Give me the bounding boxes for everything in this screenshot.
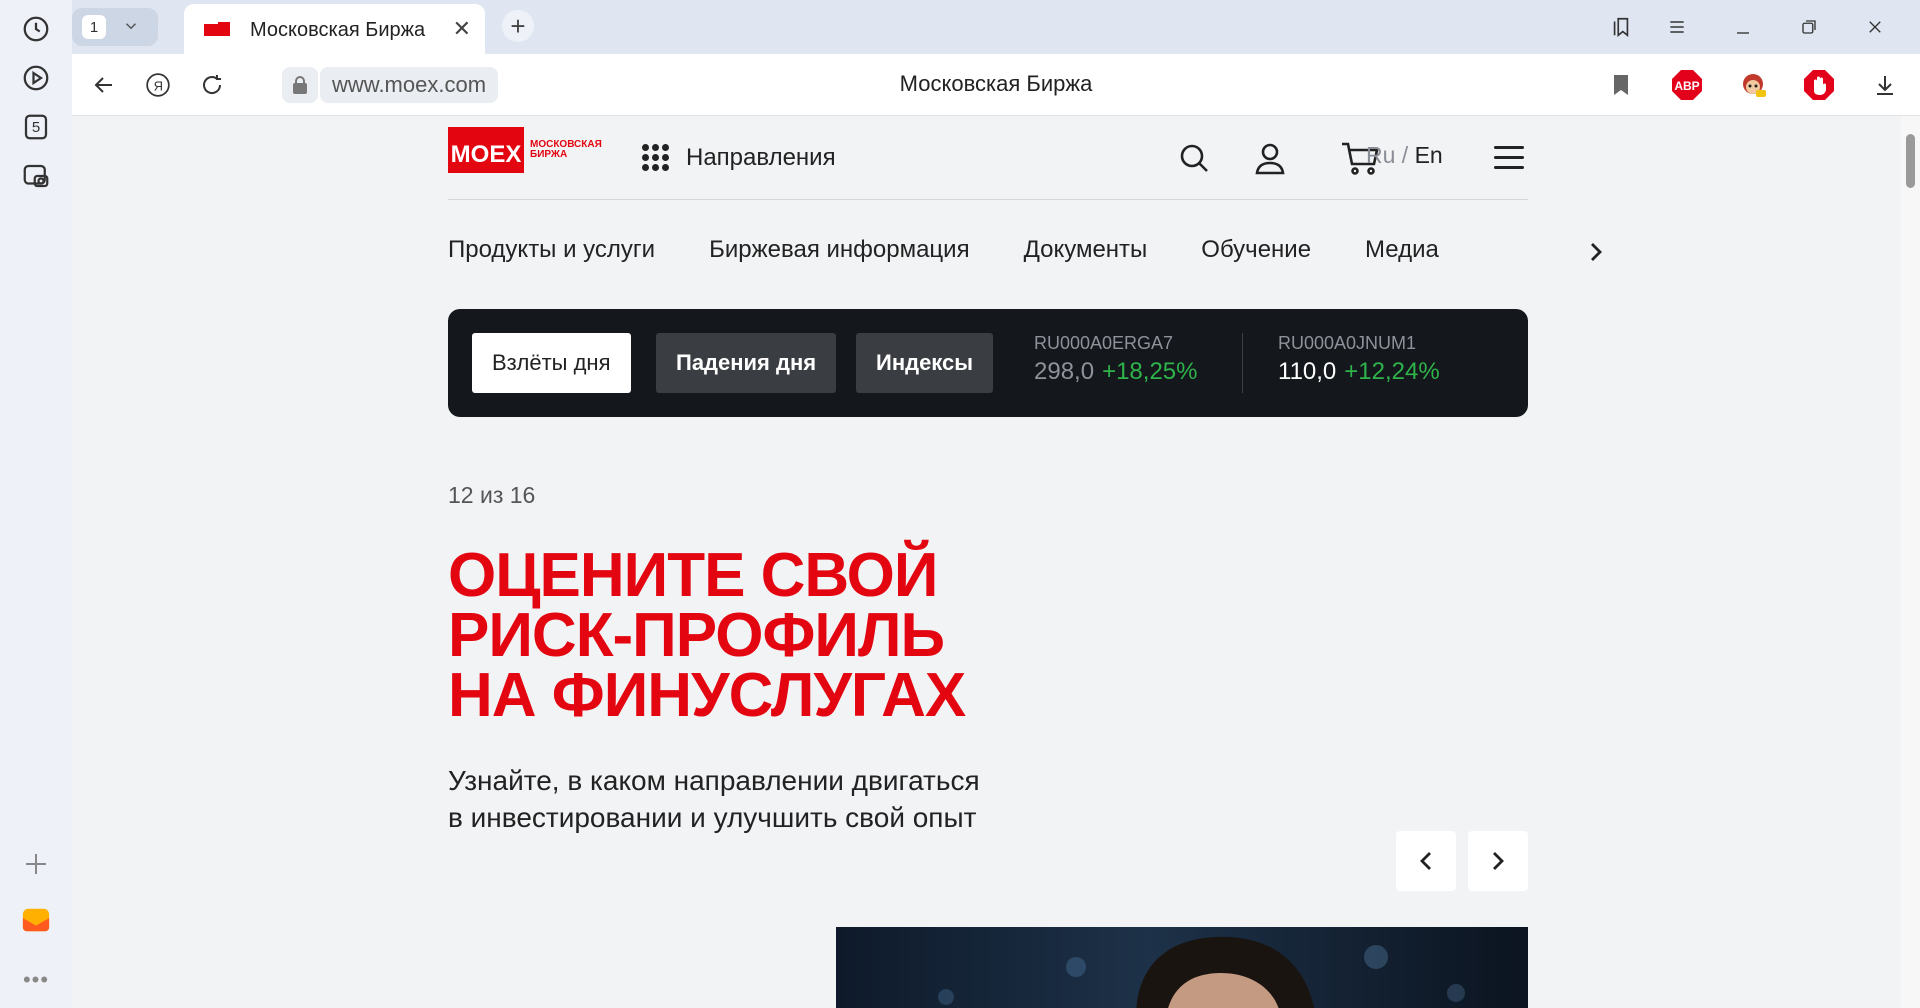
site-header: MOEX МОСКОВСКАЯ БИРЖА Направления Ru / E…: [448, 116, 1528, 200]
language-switch[interactable]: Ru / En: [1366, 142, 1443, 169]
chevron-right-icon[interactable]: [1586, 240, 1606, 264]
more-icon[interactable]: •••: [18, 962, 54, 998]
nav-education[interactable]: Обучение: [1201, 236, 1311, 276]
slide-counter: 12 из 16: [448, 482, 536, 508]
headline-line-1: Оцените свой: [448, 541, 938, 610]
browser-menu-icon[interactable]: [1662, 12, 1692, 42]
tab-count: 1: [82, 15, 106, 39]
back-icon[interactable]: [86, 67, 122, 103]
ticker-change: +18,25%: [1102, 358, 1198, 385]
reload-icon[interactable]: [194, 67, 230, 103]
lang-ru[interactable]: Ru: [1366, 142, 1395, 168]
grid-dots-icon: [642, 144, 670, 172]
lock-icon[interactable]: [282, 67, 318, 103]
download-icon[interactable]: [1868, 68, 1902, 102]
chevron-right-icon: [1493, 852, 1504, 870]
user-icon[interactable]: [1252, 140, 1288, 176]
hero-image: [836, 927, 1528, 1008]
ublock-stop-icon[interactable]: [1802, 68, 1836, 102]
tab-gainers[interactable]: Взлёты дня: [472, 333, 631, 393]
nav-exchange-info[interactable]: Биржевая информация: [709, 236, 970, 276]
ticker-price: 110,0: [1278, 358, 1337, 385]
headline-line-2: риск-профиль: [448, 601, 945, 670]
logo-box: MOEX: [448, 127, 524, 173]
logo-subtitle: МОСКОВСКАЯ БИРЖА: [530, 140, 610, 160]
ticker-code: RU000A0JNUM1: [1278, 333, 1417, 353]
tab-losers[interactable]: Падения дня: [656, 333, 837, 393]
subtext-line-1: Узнайте, в каком направлении двигаться: [448, 765, 980, 796]
tab-bar: 1 Московская Биржа ✕ +: [72, 0, 1920, 54]
headline-line-3: на финуслугах: [448, 661, 966, 730]
chevron-left-icon: [1420, 852, 1431, 870]
main-navigation: Продукты и услуги Биржевая информация До…: [448, 236, 1602, 276]
hamburger-menu-icon[interactable]: [1494, 146, 1524, 170]
close-icon[interactable]: ✕: [453, 16, 471, 42]
browser-sidebar: 5 •••: [0, 0, 72, 1008]
nav-media[interactable]: Медиа: [1365, 236, 1439, 276]
ticker-item[interactable]: RU000A0ERGA7 298,0 +18,25%: [1034, 333, 1197, 386]
svg-text:Я: Я: [154, 78, 163, 93]
nav-products[interactable]: Продукты и услуги: [448, 236, 655, 276]
moex-favicon-icon: [204, 22, 230, 36]
lang-separator: /: [1395, 142, 1415, 168]
ticker-value: 110,0 +12,24%: [1278, 358, 1440, 386]
adblock-icon[interactable]: ABP: [1670, 68, 1704, 102]
tab-indices[interactable]: Индексы: [856, 333, 994, 393]
tab-active[interactable]: Московская Биржа ✕: [184, 4, 485, 54]
subtext-line-2: в инвестировании и улучшить свой опыт: [448, 802, 977, 833]
slider-next-button[interactable]: [1468, 831, 1528, 891]
tab-title: Московская Биржа: [250, 19, 426, 41]
ticker-item[interactable]: RU000A0JNUM1 110,0 +12,24%: [1278, 333, 1440, 386]
url-text[interactable]: www.moex.com: [320, 67, 499, 103]
hero-headline[interactable]: Оцените свой риск-профиль на финуслугах: [448, 541, 1148, 730]
sidebar-badge: 5: [31, 118, 41, 136]
ticker-code: RU000A0ERGA7: [1034, 333, 1174, 353]
moex-logo[interactable]: MOEX МОСКОВСКАЯ БИРЖА: [448, 127, 610, 173]
window-close-icon[interactable]: [1860, 12, 1890, 42]
bookmarks-panel-icon[interactable]: [1606, 12, 1636, 42]
history-icon[interactable]: [18, 11, 54, 47]
ticker-value: 298,0 +18,25%: [1034, 358, 1197, 386]
directions-label: Направления: [686, 144, 836, 171]
directions-menu[interactable]: Направления: [642, 144, 836, 172]
minimize-icon[interactable]: [1728, 12, 1758, 42]
add-icon[interactable]: [18, 846, 54, 882]
nav-documents[interactable]: Документы: [1024, 236, 1148, 276]
tabs-counter-icon[interactable]: 5: [18, 109, 54, 145]
url-field[interactable]: www.moex.com: [282, 67, 592, 103]
svg-text:ABP: ABP: [1674, 79, 1699, 93]
play-icon[interactable]: [18, 60, 54, 96]
mail-icon[interactable]: [18, 902, 54, 938]
bookmark-icon[interactable]: [1604, 68, 1638, 102]
search-icon[interactable]: [1176, 140, 1212, 176]
page-viewport: MOEX МОСКОВСКАЯ БИРЖА Направления Ru / E…: [72, 116, 1901, 1008]
new-tab-button[interactable]: +: [502, 10, 534, 42]
slider-prev-button[interactable]: [1396, 831, 1456, 891]
ticker-price: 298,0: [1034, 358, 1095, 385]
ticker-change: +12,24%: [1344, 358, 1440, 385]
chevron-down-icon[interactable]: [122, 17, 140, 40]
screenshot-icon[interactable]: [18, 158, 54, 194]
address-bar: Я www.moex.com Московская Биржа ABP: [72, 54, 1920, 116]
tab-group-button[interactable]: 1: [72, 8, 158, 46]
extension-mascot-icon[interactable]: [1736, 68, 1770, 102]
hero-photo-shapes: [938, 936, 1465, 1008]
lang-en[interactable]: En: [1415, 142, 1443, 168]
restore-icon[interactable]: [1794, 12, 1824, 42]
page-scrollbar[interactable]: [1901, 116, 1920, 1008]
ticker-divider: [1242, 333, 1243, 393]
logo-sub-line-2: БИРЖА: [530, 149, 568, 160]
scrollbar-thumb[interactable]: [1906, 134, 1915, 188]
hero-subtext: Узнайте, в каком направлении двигаться в…: [448, 762, 1148, 836]
yandex-icon[interactable]: Я: [140, 67, 176, 103]
market-ticker: Взлёты дня Падения дня Индексы RU000A0ER…: [448, 309, 1528, 417]
